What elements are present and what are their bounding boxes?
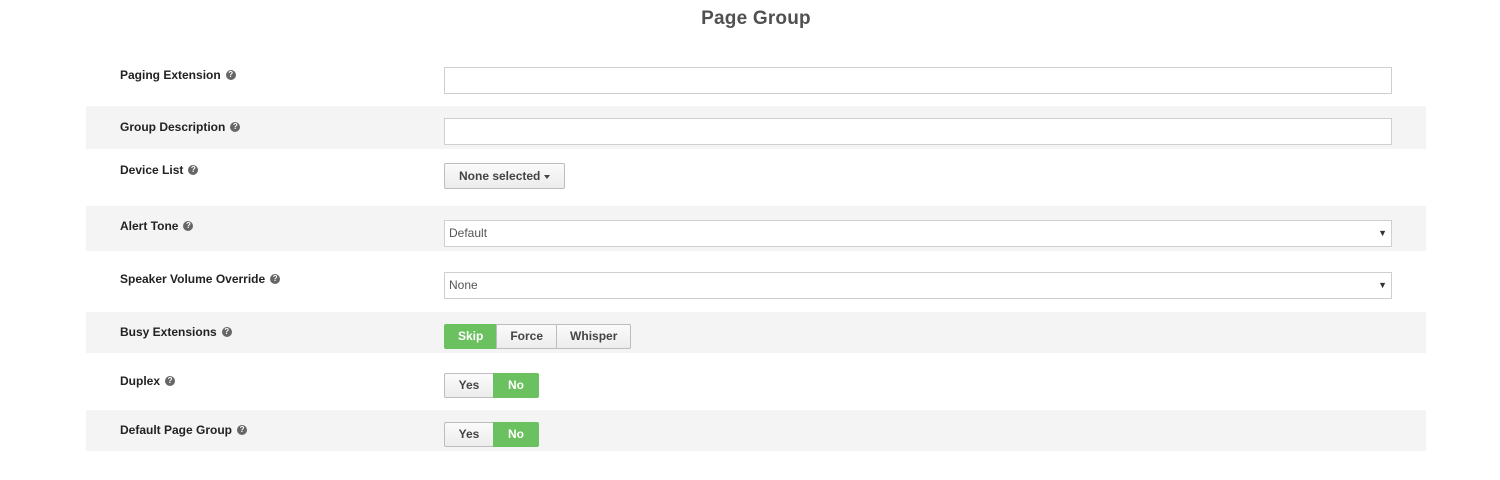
help-icon[interactable]: ?: [221, 327, 232, 337]
help-icon[interactable]: ?: [188, 165, 199, 175]
row-paging-extension: Paging Extension ?: [86, 55, 1426, 106]
default-page-group-label: Default Page Group ?: [120, 423, 248, 437]
busy-extensions-toggle-group: Skip Force Whisper: [444, 324, 632, 349]
page-title: Page Group: [701, 8, 811, 29]
help-icon[interactable]: ?: [225, 70, 236, 80]
alert-tone-label: Alert Tone ?: [120, 219, 194, 233]
speaker-volume-override-select[interactable]: None ▼: [444, 272, 1392, 299]
help-icon[interactable]: ?: [230, 122, 241, 132]
row-duplex: Duplex ? Yes No: [86, 353, 1426, 410]
default-page-group-no-option[interactable]: No: [493, 422, 539, 447]
duplex-yes-option[interactable]: Yes: [444, 373, 494, 398]
duplex-toggle-group: Yes No: [444, 373, 539, 398]
caret-down-icon: ▼: [1378, 280, 1387, 290]
duplex-no-option[interactable]: No: [493, 373, 539, 398]
device-list-dropdown-button[interactable]: None selected: [444, 163, 566, 189]
row-default-page-group: Default Page Group ? Yes No: [86, 410, 1426, 451]
alert-tone-select[interactable]: Default ▼: [444, 220, 1392, 247]
device-list-label: Device List ?: [120, 163, 199, 177]
caret-down-icon: ▼: [1378, 228, 1387, 238]
row-alert-tone: Alert Tone ? Default ▼: [86, 206, 1426, 251]
group-description-label: Group Description ?: [120, 120, 241, 134]
caret-down-icon: [544, 174, 551, 179]
speaker-volume-override-label: Speaker Volume Override ?: [120, 272, 281, 286]
help-icon[interactable]: ?: [165, 376, 176, 386]
busy-extensions-skip-option[interactable]: Skip: [444, 324, 498, 349]
default-page-group-yes-option[interactable]: Yes: [444, 422, 494, 447]
duplex-label: Duplex ?: [120, 374, 176, 388]
row-device-list: Device List ? None selected: [86, 149, 1426, 206]
help-icon[interactable]: ?: [270, 274, 281, 284]
help-icon[interactable]: ?: [183, 221, 194, 231]
busy-extensions-force-option[interactable]: Force: [496, 324, 558, 349]
help-icon[interactable]: ?: [237, 425, 248, 435]
row-speaker-volume-override: Speaker Volume Override ? None ▼: [86, 251, 1426, 312]
paging-extension-input[interactable]: [444, 67, 1392, 94]
busy-extensions-label: Busy Extensions ?: [120, 325, 232, 339]
default-page-group-toggle-group: Yes No: [444, 422, 539, 447]
group-description-input[interactable]: [444, 118, 1392, 145]
page-group-form: Paging Extension ? Group Description ? D…: [86, 55, 1426, 451]
busy-extensions-whisper-option[interactable]: Whisper: [556, 324, 632, 349]
paging-extension-label: Paging Extension ?: [120, 68, 236, 82]
row-busy-extensions: Busy Extensions ? Skip Force Whisper: [86, 312, 1426, 353]
row-group-description: Group Description ?: [86, 106, 1426, 149]
